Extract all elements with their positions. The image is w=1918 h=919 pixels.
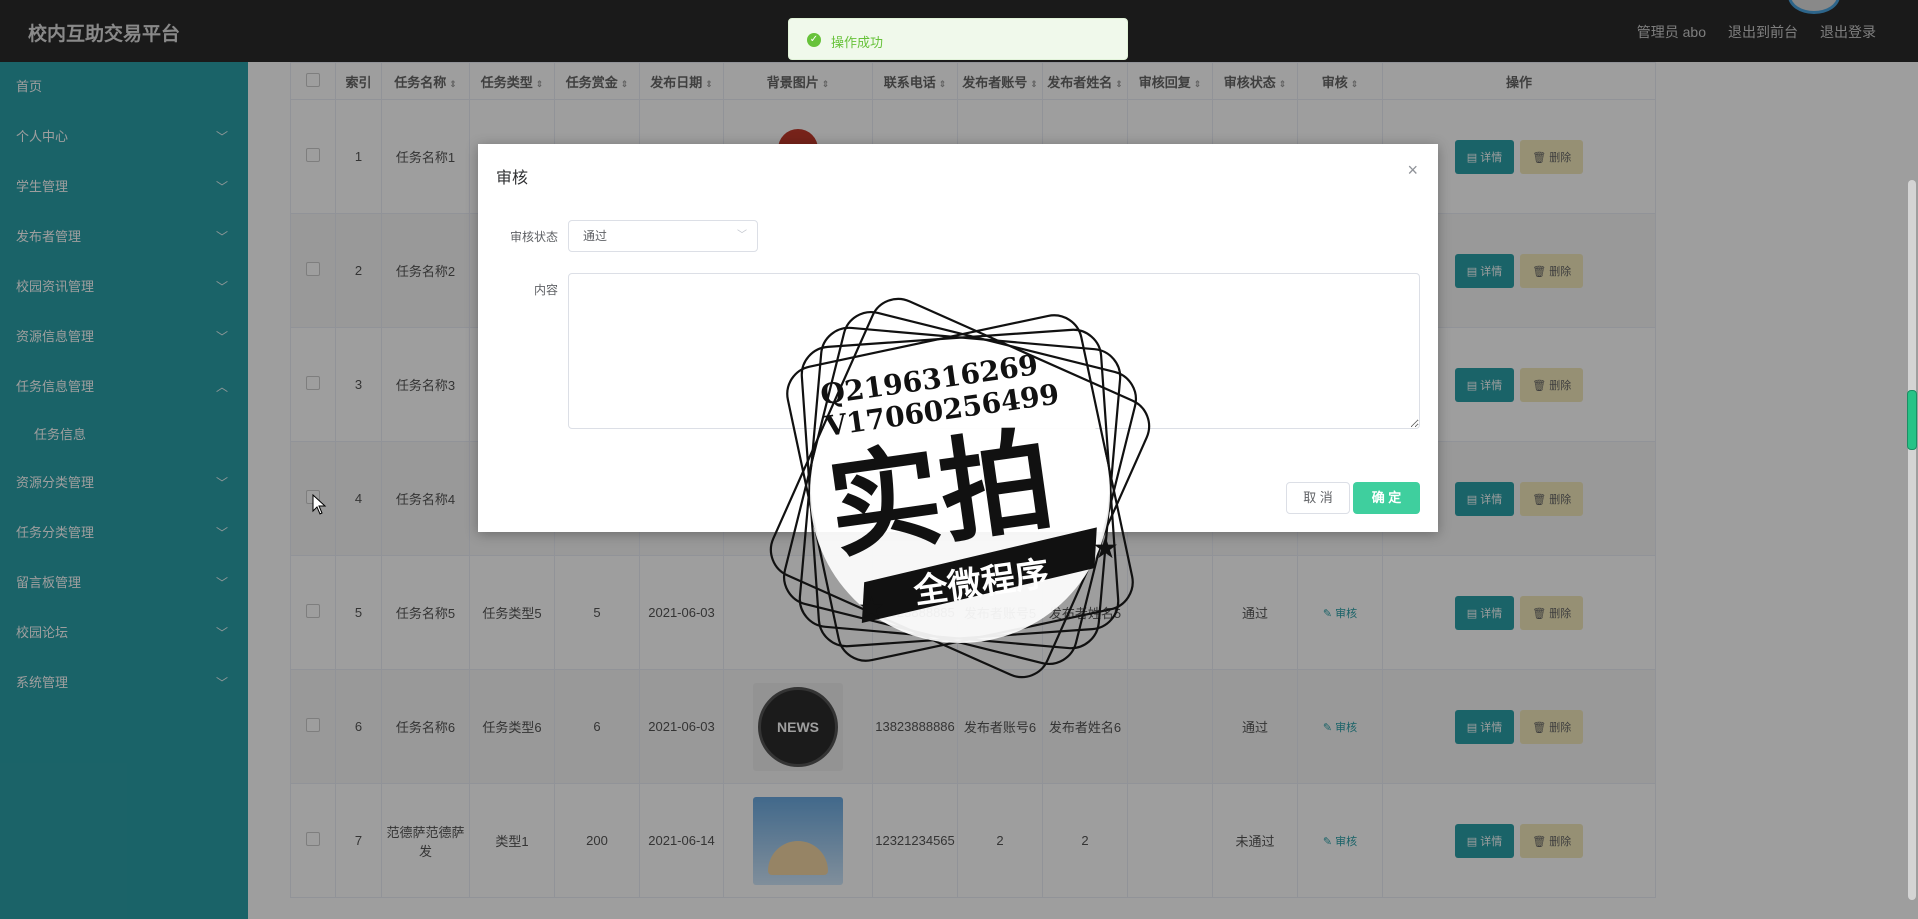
dialog-title: 审核: [496, 170, 529, 187]
audit-dialog: 审核 × 审核状态 通过 ﹀ 内容 取 消 确 定: [478, 144, 1438, 532]
confirm-button[interactable]: 确 定: [1353, 482, 1420, 514]
chevron-down-icon: ﹀: [737, 230, 747, 241]
success-check-icon: ✓: [807, 33, 821, 47]
success-toast: ✓ 操作成功: [788, 18, 1128, 60]
scrollbar-thumb[interactable]: [1907, 390, 1917, 450]
status-select[interactable]: 通过 ﹀: [568, 220, 758, 252]
content-label: 内容: [533, 283, 558, 297]
status-select-value: 通过: [583, 229, 608, 243]
toast-message: 操作成功: [831, 35, 884, 50]
page-scrollbar[interactable]: [1908, 180, 1916, 900]
status-label: 审核状态: [509, 230, 558, 244]
close-icon[interactable]: ×: [1407, 160, 1418, 181]
content-textarea[interactable]: [568, 273, 1420, 429]
mouse-cursor-icon: [312, 494, 327, 515]
cancel-button[interactable]: 取 消: [1286, 482, 1350, 514]
